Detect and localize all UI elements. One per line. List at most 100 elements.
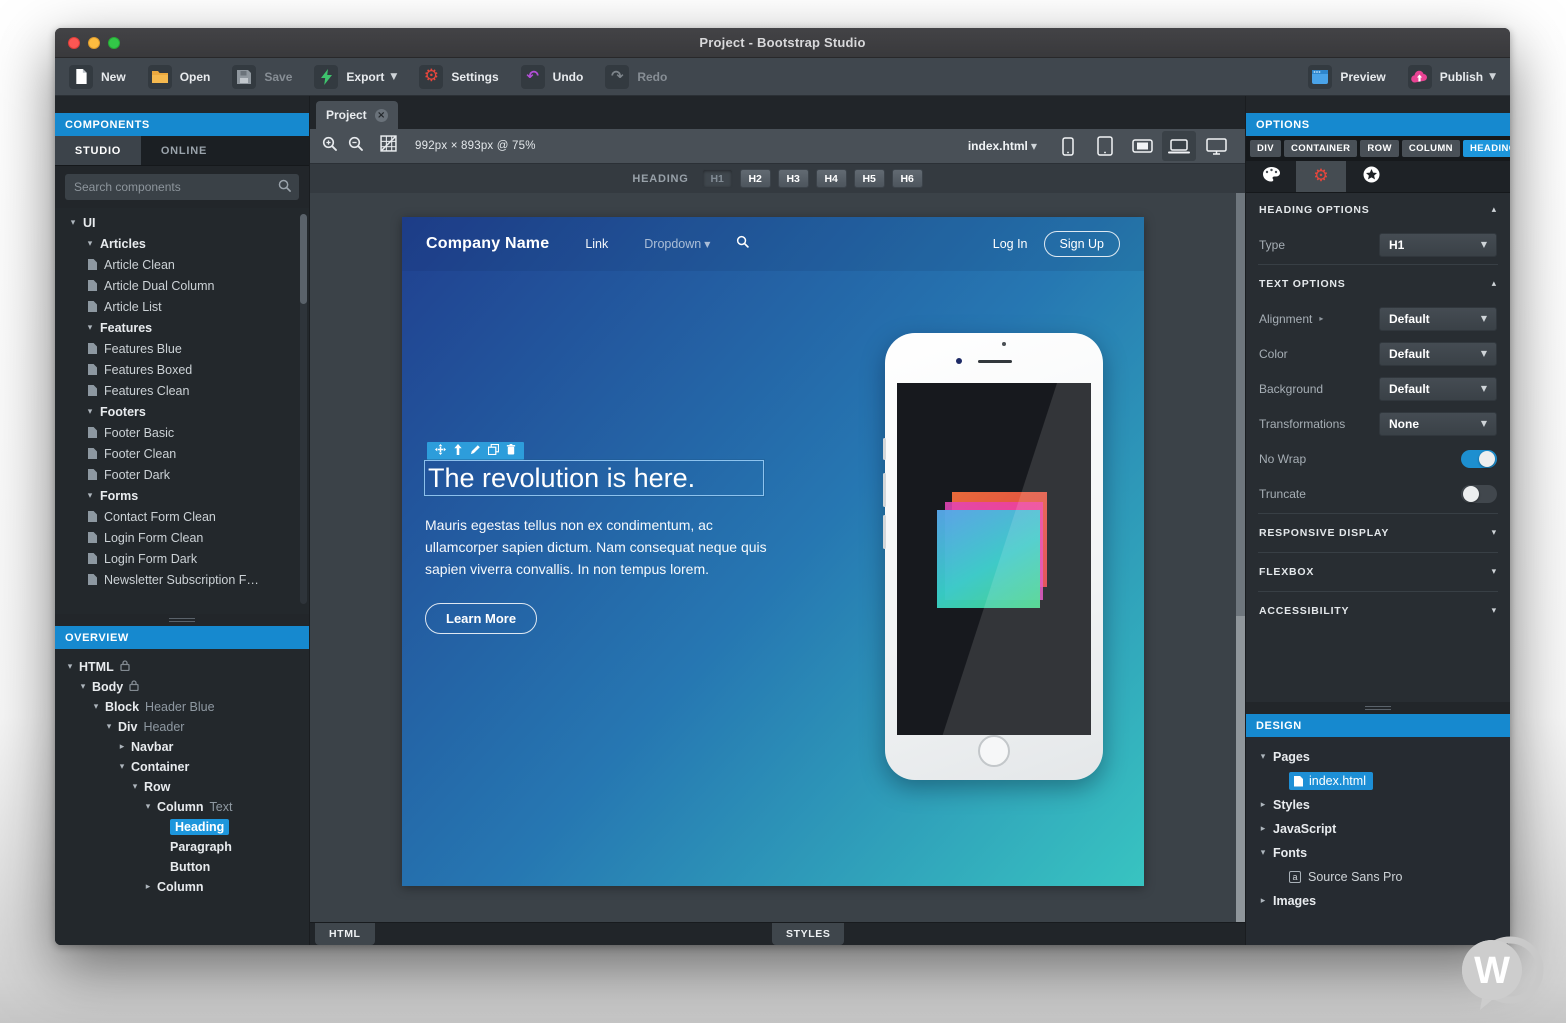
- transformations-dropdown[interactable]: None▼: [1379, 412, 1497, 436]
- overview-node-body[interactable]: ▾Body: [55, 677, 309, 697]
- learn-more-button[interactable]: Learn More: [425, 603, 537, 634]
- tab-project[interactable]: Project ×: [316, 101, 398, 129]
- caret-right-icon[interactable]: ▸: [117, 742, 127, 752]
- caret-down-icon[interactable]: ▾: [85, 491, 95, 501]
- device-tablet-landscape-button[interactable]: [1125, 131, 1159, 161]
- overview-node-paragraph[interactable]: Paragraph: [55, 837, 309, 857]
- tab-close-icon[interactable]: ×: [375, 109, 388, 122]
- breadcrumb-container[interactable]: CONTAINER: [1284, 140, 1357, 157]
- breadcrumb-column[interactable]: COLUMN: [1402, 140, 1460, 157]
- component-footer-basic[interactable]: Footer Basic: [55, 422, 309, 443]
- overview-node-row[interactable]: ▾Row: [55, 777, 309, 797]
- component-features[interactable]: ▾Features: [55, 317, 309, 338]
- device-desktop-button[interactable]: [1199, 131, 1233, 161]
- design-node-styles[interactable]: ▸Styles: [1246, 793, 1510, 817]
- zoom-in-icon[interactable]: [322, 136, 338, 157]
- page-preview[interactable]: Company Name Link Dropdown ▼ Log In Sign…: [402, 217, 1144, 886]
- background-dropdown[interactable]: Default▼: [1379, 377, 1497, 401]
- toolbar-preview-button[interactable]: Preview: [1308, 65, 1385, 89]
- options-tab-palette[interactable]: [1246, 161, 1296, 192]
- heading-h6-button[interactable]: H6: [892, 169, 923, 188]
- component-features-boxed[interactable]: Features Boxed: [55, 359, 309, 380]
- component-article-dual-column[interactable]: Article Dual Column: [55, 275, 309, 296]
- caret-up-icon[interactable]: ▴: [1492, 205, 1497, 215]
- device-phone-button[interactable]: [1051, 131, 1085, 161]
- caret-down-icon[interactable]: ▾: [104, 722, 114, 732]
- component-features-clean[interactable]: Features Clean: [55, 380, 309, 401]
- overview-node-heading[interactable]: Heading: [55, 817, 309, 837]
- color-dropdown[interactable]: Default▼: [1379, 342, 1497, 366]
- caret-down-icon[interactable]: ▾: [1492, 606, 1497, 616]
- caret-down-icon[interactable]: ▾: [143, 802, 153, 812]
- caret-up-icon[interactable]: ▴: [1492, 279, 1497, 289]
- caret-down-icon[interactable]: ▾: [1258, 848, 1268, 858]
- toolbar-open-button[interactable]: Open: [148, 65, 211, 89]
- section-header-accessibility[interactable]: ACCESSIBILITY▾: [1259, 594, 1497, 628]
- panel-resize-handle[interactable]: [55, 614, 309, 626]
- caret-down-icon[interactable]: ▾: [1258, 752, 1268, 762]
- component-footer-clean[interactable]: Footer Clean: [55, 443, 309, 464]
- bottom-tab-styles[interactable]: STYLES: [772, 923, 844, 945]
- move-icon[interactable]: [435, 442, 446, 460]
- component-article-list[interactable]: Article List: [55, 296, 309, 317]
- overview-node-navbar[interactable]: ▸Navbar: [55, 737, 309, 757]
- selected-heading[interactable]: The revolution is here.: [424, 460, 764, 496]
- options-tab-star[interactable]: [1346, 161, 1396, 192]
- caret-down-icon[interactable]: ▾: [65, 662, 75, 672]
- canvas-scrollbar[interactable]: [1236, 193, 1245, 922]
- component-ui[interactable]: ▾UI: [55, 212, 309, 233]
- component-footers[interactable]: ▾Footers: [55, 401, 309, 422]
- section-header-heading-options[interactable]: HEADING OPTIONS▴: [1259, 193, 1497, 227]
- page-paragraph[interactable]: Mauris egestas tellus non ex condimentum…: [425, 514, 770, 580]
- caret-right-icon[interactable]: ▸: [1258, 896, 1268, 906]
- component-article-clean[interactable]: Article Clean: [55, 254, 309, 275]
- design-node-pages[interactable]: ▾Pages: [1246, 745, 1510, 769]
- breadcrumb-div[interactable]: DIV: [1250, 140, 1281, 157]
- caret-down-icon[interactable]: ▾: [68, 218, 78, 228]
- alignment-dropdown[interactable]: Default▼: [1379, 307, 1497, 331]
- delete-icon[interactable]: [506, 442, 516, 460]
- component-contact-form-clean[interactable]: Contact Form Clean: [55, 506, 309, 527]
- caret-down-icon[interactable]: ▾: [1492, 567, 1497, 577]
- design-node-fonts[interactable]: ▾Fonts: [1246, 841, 1510, 865]
- toolbar-new-button[interactable]: New: [69, 65, 126, 89]
- component-footer-dark[interactable]: Footer Dark: [55, 464, 309, 485]
- caret-right-icon[interactable]: ▸: [1258, 824, 1268, 834]
- bottom-tab-html[interactable]: HTML: [315, 923, 375, 945]
- caret-down-icon[interactable]: ▾: [85, 323, 95, 333]
- component-features-blue[interactable]: Features Blue: [55, 338, 309, 359]
- page-login-link[interactable]: Log In: [993, 237, 1028, 251]
- heading-h5-button[interactable]: H5: [854, 169, 885, 188]
- type-dropdown[interactable]: H1▼: [1379, 233, 1497, 257]
- page-nav-link[interactable]: Link: [585, 237, 608, 251]
- page-search-icon[interactable]: [736, 235, 749, 253]
- options-tab-gear[interactable]: ⚙: [1296, 161, 1346, 192]
- caret-down-icon[interactable]: ▾: [91, 702, 101, 712]
- section-header-text-options[interactable]: TEXT OPTIONS▴: [1259, 267, 1497, 301]
- toolbar-publish-button[interactable]: Publish▼: [1408, 65, 1496, 89]
- caret-down-icon[interactable]: ▾: [1492, 528, 1497, 538]
- page-brand[interactable]: Company Name: [426, 235, 549, 253]
- tab-studio[interactable]: STUDIO: [55, 136, 141, 165]
- overview-node-block[interactable]: ▾BlockHeader Blue: [55, 697, 309, 717]
- caret-down-icon[interactable]: ▾: [78, 682, 88, 692]
- components-scrollbar[interactable]: [300, 214, 307, 604]
- section-header-flexbox[interactable]: FLEXBOX▾: [1259, 555, 1497, 589]
- truncate-toggle[interactable]: [1461, 485, 1497, 503]
- heading-h1-button[interactable]: H1: [702, 169, 733, 188]
- heading-h4-button[interactable]: H4: [816, 169, 847, 188]
- page-nav-dropdown[interactable]: Dropdown ▼: [644, 237, 710, 251]
- section-header-responsive-display[interactable]: RESPONSIVE DISPLAY▾: [1259, 516, 1497, 550]
- panel-resize-handle[interactable]: [1246, 702, 1510, 714]
- design-node-index-html[interactable]: index.html: [1246, 769, 1510, 793]
- caret-right-icon[interactable]: ▸: [143, 882, 153, 892]
- zoom-out-icon[interactable]: [348, 136, 364, 157]
- artboard-grid-icon[interactable]: [380, 135, 397, 157]
- page-signup-button[interactable]: Sign Up: [1044, 231, 1120, 257]
- caret-down-icon[interactable]: ▾: [85, 407, 95, 417]
- component-newsletter-subscription-f-[interactable]: Newsletter Subscription F…: [55, 569, 309, 590]
- caret-down-icon[interactable]: ▾: [117, 762, 127, 772]
- search-input[interactable]: [65, 174, 299, 200]
- design-node-source-sans-pro[interactable]: aSource Sans Pro: [1246, 865, 1510, 889]
- device-tablet-button[interactable]: [1088, 131, 1122, 161]
